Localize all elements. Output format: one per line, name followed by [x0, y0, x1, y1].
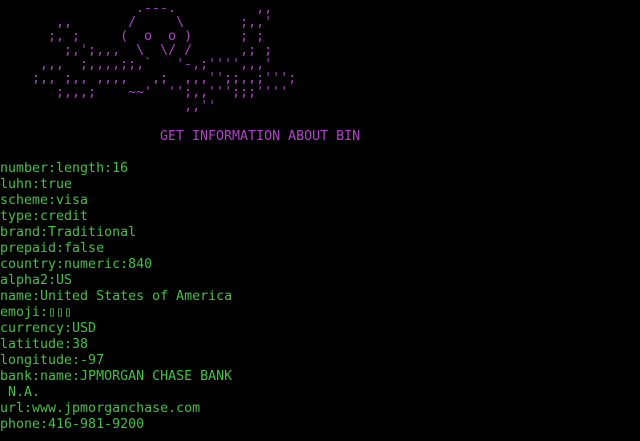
output-line-number-length: number:length:16: [0, 161, 129, 176]
output-line-url: url:www.jpmorganchase.com: [0, 401, 201, 416]
output-line-country-name: name:United States of America: [0, 289, 233, 304]
banner-title: GET INFORMATION ABOUT BIN: [160, 129, 361, 144]
output-line-phone: phone:416-981-9200: [0, 417, 145, 432]
output-line-emoji: emoji:▯▯▯: [0, 305, 73, 320]
output-line-luhn: luhn:true: [0, 177, 73, 192]
output-line-bank-name-continued: N.A.: [0, 385, 41, 400]
bin-info-output: number:length:16 luhn:true scheme:visa t…: [0, 161, 232, 433]
output-line-longitude: longitude:-97: [0, 353, 105, 368]
output-line-currency: currency:USD: [0, 321, 97, 336]
output-line-type: type:credit: [0, 209, 89, 224]
output-line-prepaid: prepaid:false: [0, 241, 105, 256]
terminal-window[interactable]: .---. ,, ,, / \ ;,,' ;, ; ( o o ) ; ; ;,…: [0, 0, 640, 441]
output-line-brand: brand:Traditional: [0, 225, 137, 240]
output-line-alpha2: alpha2:US: [0, 273, 73, 288]
ascii-art-banner: .---. ,, ,, / \ ;,,' ;, ; ( o o ) ; ; ;,…: [32, 1, 297, 114]
output-line-scheme: scheme:visa: [0, 193, 89, 208]
output-line-country-numeric: country:numeric:840: [0, 257, 153, 272]
output-line-bank-name: bank:name:JPMORGAN CHASE BANK: [0, 369, 233, 384]
output-line-latitude: latitude:38: [0, 337, 89, 352]
